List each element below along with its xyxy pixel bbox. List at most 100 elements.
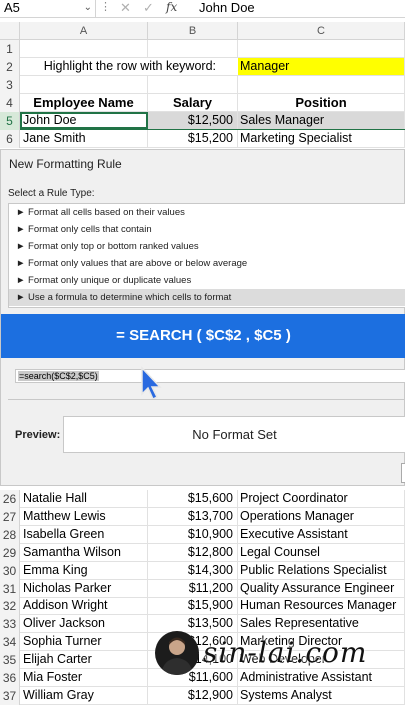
- table-row: Natalie Hall $15,600 Project Coordinator: [20, 490, 405, 508]
- cell-c[interactable]: Marketing Specialist: [238, 130, 405, 147]
- cell-a[interactable]: [20, 40, 148, 57]
- rule-type-item[interactable]: ► Format only unique or duplicate values: [9, 272, 405, 289]
- column-header-a[interactable]: A: [20, 22, 148, 40]
- row-header[interactable]: 29: [0, 544, 20, 562]
- table-row: Highlight the row with keyword: Manager: [20, 58, 405, 76]
- formula-text: =search($C$2,$C5): [18, 371, 99, 381]
- cell-b[interactable]: $10,900: [148, 526, 238, 543]
- row-header[interactable]: 30: [0, 562, 20, 580]
- cell-b[interactable]: $15,200: [148, 130, 238, 147]
- cell-b[interactable]: $12,500: [148, 112, 238, 129]
- insert-function-icon[interactable]: fx: [166, 0, 177, 15]
- cell-c[interactable]: Public Relations Specialist: [238, 562, 405, 579]
- cell-a[interactable]: William Gray: [20, 687, 148, 704]
- chevron-down-icon[interactable]: ⌄: [84, 0, 92, 15]
- cell-c[interactable]: Project Coordinator: [238, 490, 405, 507]
- rule-type-item[interactable]: ► Format all cells based on their values: [9, 204, 405, 221]
- cell-b[interactable]: $12,900: [148, 687, 238, 704]
- cell-c[interactable]: Sales Representative: [238, 615, 405, 632]
- cell-a[interactable]: Samantha Wilson: [20, 544, 148, 561]
- row-header[interactable]: 28: [0, 526, 20, 544]
- cell-a[interactable]: Jane Smith: [20, 130, 148, 147]
- rule-type-item[interactable]: ► Format only top or bottom ranked value…: [9, 238, 405, 255]
- cell-a[interactable]: Emma King: [20, 562, 148, 579]
- formula-banner: = SEARCH ( $C$2 , $C5 ): [1, 314, 405, 358]
- row-header[interactable]: 34: [0, 633, 20, 651]
- cell-c[interactable]: Operations Manager: [238, 508, 405, 525]
- row-header[interactable]: 26: [0, 490, 20, 508]
- cell-c[interactable]: Systems Analyst: [238, 687, 405, 704]
- rule-type-item[interactable]: ► Format only cells that contain: [9, 221, 405, 238]
- row-header[interactable]: 3: [0, 76, 20, 94]
- cell-b[interactable]: $14,300: [148, 562, 238, 579]
- rule-type-label: Select a Rule Type:: [8, 188, 95, 199]
- cell-a[interactable]: Employee Name: [20, 94, 148, 111]
- table-row: Isabella Green $10,900 Executive Assistant: [20, 526, 405, 544]
- row-header[interactable]: 2: [0, 58, 20, 76]
- cell-a[interactable]: Matthew Lewis: [20, 508, 148, 525]
- row-header[interactable]: 4: [0, 94, 20, 112]
- column-header-b[interactable]: B: [148, 22, 238, 40]
- rule-type-list[interactable]: ► Format all cells based on their values…: [8, 203, 405, 308]
- cell-a[interactable]: Elijah Carter: [20, 651, 148, 668]
- preview-label: Preview:: [15, 429, 61, 441]
- cell-b[interactable]: $13,700: [148, 508, 238, 525]
- cell-b[interactable]: Salary: [148, 94, 238, 111]
- select-all-corner[interactable]: [0, 22, 20, 40]
- cell-c[interactable]: Legal Counsel: [238, 544, 405, 561]
- table-row: [20, 40, 405, 58]
- cell-c[interactable]: [238, 40, 405, 57]
- cell-a[interactable]: Oliver Jackson: [20, 615, 148, 632]
- rule-type-item[interactable]: ► Format only values that are above or b…: [9, 255, 405, 272]
- row-header[interactable]: 32: [0, 597, 20, 615]
- cell-a[interactable]: Nicholas Parker: [20, 580, 148, 597]
- cell-b[interactable]: $15,600: [148, 490, 238, 507]
- cell-b[interactable]: $13,500: [148, 615, 238, 632]
- cell-a[interactable]: Isabella Green: [20, 526, 148, 543]
- cell-a[interactable]: Addison Wright: [20, 597, 148, 614]
- row-header[interactable]: 36: [0, 669, 20, 687]
- cell-b[interactable]: $12,800: [148, 544, 238, 561]
- cancel-icon[interactable]: ✕: [120, 0, 131, 15]
- column-header-c[interactable]: C: [238, 22, 405, 40]
- format-button-edge[interactable]: [401, 463, 405, 483]
- table-row: William Gray $12,900 Systems Analyst: [20, 687, 405, 705]
- row-header[interactable]: 6: [0, 130, 20, 148]
- cell-b[interactable]: $11,200: [148, 580, 238, 597]
- formula-bar: A5 ⌄ ⋮ ✕ ✓ fx John Doe: [0, 0, 405, 18]
- cell-b[interactable]: [148, 40, 238, 57]
- cell-a[interactable]: [20, 76, 148, 93]
- cell-c[interactable]: Sales Manager: [238, 112, 405, 129]
- enter-icon[interactable]: ✓: [143, 0, 154, 15]
- row-header[interactable]: 27: [0, 508, 20, 526]
- keyword-cell[interactable]: Manager: [238, 58, 405, 75]
- cell-a[interactable]: John Doe: [20, 112, 148, 129]
- cell-c[interactable]: Human Resources Manager: [238, 597, 405, 614]
- row-header[interactable]: 31: [0, 580, 20, 598]
- cell-c[interactable]: Executive Assistant: [238, 526, 405, 543]
- rule-type-item[interactable]: ► Use a formula to determine which cells…: [9, 289, 405, 306]
- formula-input[interactable]: John Doe: [199, 0, 255, 15]
- watermark-logo: sin-lai.com: [203, 636, 368, 669]
- row-header[interactable]: 35: [0, 651, 20, 669]
- cell-c[interactable]: Administrative Assistant: [238, 669, 405, 686]
- formula-field[interactable]: =search($C$2,$C5): [15, 369, 405, 383]
- cell-c[interactable]: Position: [238, 94, 405, 111]
- cell-b[interactable]: $11,600: [148, 669, 238, 686]
- cell-c[interactable]: [238, 76, 405, 93]
- row-header[interactable]: 37: [0, 687, 20, 705]
- cell-a[interactable]: Natalie Hall: [20, 490, 148, 507]
- table-row: Emma King $14,300 Public Relations Special…: [20, 562, 405, 580]
- row-header[interactable]: 33: [0, 615, 20, 633]
- more-icon: ⋮: [100, 1, 111, 13]
- cell-b[interactable]: $15,900: [148, 597, 238, 614]
- cell-b[interactable]: [148, 76, 238, 93]
- cell-a[interactable]: Mia Foster: [20, 669, 148, 686]
- row-header[interactable]: 5: [0, 112, 20, 130]
- cell-c[interactable]: Quality Assurance Engineer: [238, 580, 405, 597]
- table-row: Matthew Lewis $13,700 Operations Manager: [20, 508, 405, 526]
- row-header[interactable]: 1: [0, 40, 20, 58]
- cell-a[interactable]: Sophia Turner: [20, 633, 148, 650]
- keyword-label[interactable]: Highlight the row with keyword:: [20, 58, 218, 75]
- name-box[interactable]: A5 ⌄: [0, 0, 96, 17]
